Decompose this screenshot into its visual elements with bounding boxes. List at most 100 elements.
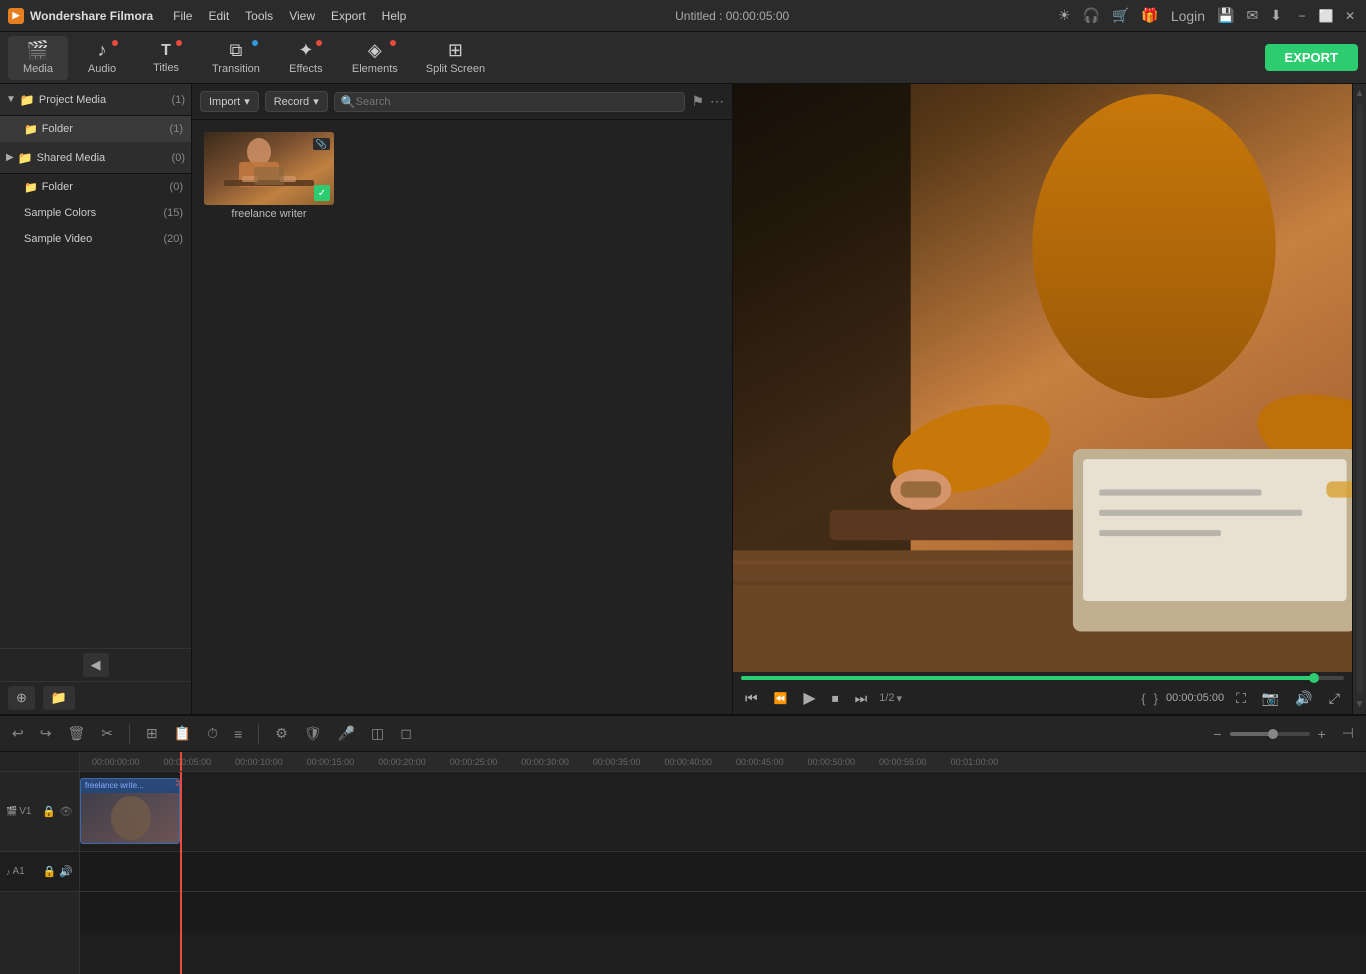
menu-tools[interactable]: Tools — [245, 9, 273, 23]
ruler-mark-8: 00:00:40:00 — [652, 757, 724, 767]
brightness-icon[interactable]: ☀ — [1058, 7, 1071, 24]
audio-lock-icon[interactable]: 🔒 — [43, 865, 57, 878]
audio-track-name: A1 — [13, 866, 25, 877]
media-item-freelance-writer[interactable]: 📎 ✓ freelance writer — [204, 132, 334, 220]
mark-in-button[interactable]: { — [1141, 691, 1145, 706]
step-back-button[interactable]: ⏮ — [741, 688, 762, 709]
headphones-icon[interactable]: 🎧 — [1083, 7, 1100, 24]
save-icon[interactable]: 💾 — [1217, 7, 1234, 24]
collapse-panel-button[interactable]: ◀ — [83, 653, 109, 677]
toolbar-elements-button[interactable]: ◈ Elements — [340, 36, 410, 80]
right-scrollbar[interactable]: ▲ ▼ — [1352, 84, 1366, 714]
crop-button[interactable]: ⊞ — [142, 723, 162, 744]
close-button[interactable]: ✕ — [1342, 8, 1358, 24]
record-dropdown[interactable]: Record ▾ — [265, 91, 328, 112]
step-fwd-button[interactable]: ⏭ — [851, 688, 872, 709]
cut-button[interactable]: ✂ — [97, 723, 117, 744]
import-dropdown[interactable]: Import ▾ — [200, 91, 259, 112]
adjust-button[interactable]: ≡ — [230, 724, 246, 744]
playhead-line — [180, 772, 182, 974]
mark-out-button[interactable]: } — [1154, 691, 1158, 706]
snapshot-button[interactable]: 📷 — [1258, 688, 1283, 709]
preview-fraction: 1/2 ▾ — [879, 692, 902, 705]
project-media-folder-item[interactable]: 📁 Folder (1) — [0, 116, 191, 142]
mic-button[interactable]: 🎤 — [334, 723, 359, 744]
subtitle-button[interactable]: ◫ — [367, 723, 388, 744]
grid-view-icon[interactable]: ⋯ — [710, 93, 724, 110]
eye-icon[interactable]: 👁 — [59, 805, 73, 818]
zoom-in-button[interactable]: + — [1314, 724, 1330, 744]
folder-icon: 📁 — [24, 123, 38, 136]
filter-icon[interactable]: ⚑ — [691, 93, 704, 110]
scroll-track[interactable] — [1357, 104, 1363, 694]
sample-video-label: Sample Video — [24, 233, 163, 245]
folder-icon-2: 📁 — [24, 181, 38, 194]
zoom-slider[interactable] — [1230, 732, 1310, 736]
export-button[interactable]: EXPORT — [1265, 44, 1358, 71]
menu-export[interactable]: Export — [331, 9, 366, 23]
menu-edit[interactable]: Edit — [208, 9, 229, 23]
maximize-button[interactable]: ⬜ — [1318, 8, 1334, 24]
download-icon[interactable]: ⬇ — [1270, 7, 1282, 24]
menu-view[interactable]: View — [289, 9, 315, 23]
toolbar-transition-button[interactable]: ⧉ Transition — [200, 36, 272, 80]
ruler-playhead — [180, 752, 182, 771]
sample-video-item[interactable]: Sample Video (20) — [0, 226, 191, 252]
audio-dot — [112, 40, 118, 46]
mail-icon[interactable]: ✉ — [1247, 7, 1259, 24]
create-folder-button[interactable]: 📁 — [43, 686, 75, 710]
login-button[interactable]: Login — [1171, 8, 1205, 24]
end-button[interactable]: ⊣ — [1338, 723, 1358, 744]
add-to-timeline-button[interactable]: ⊕ — [8, 686, 35, 710]
shield-button[interactable]: 🛡 — [300, 723, 326, 744]
toolbar-effects-button[interactable]: ✦ Effects — [276, 36, 336, 80]
timer-button[interactable]: ⏱ — [203, 723, 222, 744]
lock-icon[interactable]: 🔒 — [42, 805, 56, 818]
toolbar-split-screen-button[interactable]: ⊞ Split Screen — [414, 36, 497, 80]
video-clip[interactable]: freelance write... — [80, 778, 180, 844]
toolbar-audio-button[interactable]: ♪ Audio — [72, 36, 132, 80]
media-toolbar: Import ▾ Record ▾ 🔍 ⚑ ⋯ — [192, 84, 732, 120]
shared-folder-item[interactable]: 📁 Folder (0) — [0, 174, 191, 200]
volume-track-icon[interactable]: 🔊 — [59, 865, 73, 878]
minimize-button[interactable]: − — [1294, 8, 1310, 24]
track-settings-button[interactable]: ⚙ — [271, 723, 292, 744]
play-button[interactable]: ▶ — [799, 686, 819, 710]
fit-screen-button[interactable]: ⤢ — [1325, 688, 1344, 709]
toolbar-media-button[interactable]: 🎬 Media — [8, 36, 68, 80]
toolbar-titles-button[interactable]: T Titles — [136, 36, 196, 80]
sample-colors-item[interactable]: Sample Colors (15) — [0, 200, 191, 226]
menu-help[interactable]: Help — [382, 9, 407, 23]
ruler-mark-1: 00:00:05:00 — [152, 757, 224, 767]
shared-media-header[interactable]: ▶ 📁 Shared Media (0) — [0, 142, 191, 174]
cart-icon[interactable]: 🛒 — [1112, 7, 1129, 24]
media-content: 📎 ✓ freelance writer — [192, 120, 732, 714]
fullscreen-button[interactable]: ⛶ — [1232, 688, 1250, 709]
frame-back-button[interactable]: ⏪ — [770, 690, 792, 707]
shared-folder-label: Folder — [42, 181, 170, 193]
ruler-mark-9: 00:00:45:00 — [724, 757, 796, 767]
gift-icon[interactable]: 🎁 — [1141, 7, 1158, 24]
left-panel: ▼ 📁 Project Media (1) 📁 Folder (1) ▶ 📁 S… — [0, 84, 192, 714]
delete-button[interactable]: 🗑 — [63, 723, 89, 744]
preview-progress-bar[interactable] — [741, 676, 1344, 680]
redo-button[interactable]: ↪ — [36, 723, 56, 744]
video-track-row[interactable]: freelance write... — [80, 772, 1366, 852]
menu-file[interactable]: File — [173, 9, 192, 23]
undo-button[interactable]: ↩ — [8, 723, 28, 744]
caption-button[interactable]: ◻ — [396, 723, 416, 744]
zoom-out-button[interactable]: − — [1209, 724, 1225, 744]
ruler-mark-3: 00:00:15:00 — [295, 757, 367, 767]
audio-track-row[interactable] — [80, 852, 1366, 892]
ruler-mark-6: 00:00:30:00 — [509, 757, 581, 767]
audio-track-row-2[interactable] — [80, 892, 1366, 932]
search-input[interactable] — [356, 96, 679, 108]
timeline: ↩ ↪ 🗑 ✂ ⊞ 📋 ⏱ ≡ ⚙ 🛡 🎤 ◫ ◻ − + ⊣ — [0, 714, 1366, 974]
copy-button[interactable]: 📋 — [170, 723, 195, 744]
ruler-mark-0: 00:00:00:00 — [80, 757, 152, 767]
titles-label: Titles — [153, 62, 179, 74]
volume-button[interactable]: 🔊 — [1291, 688, 1316, 709]
project-media-header[interactable]: ▼ 📁 Project Media (1) — [0, 84, 191, 116]
media-search-box[interactable]: 🔍 — [334, 92, 686, 112]
stop-button[interactable]: ⏹ — [828, 688, 843, 709]
